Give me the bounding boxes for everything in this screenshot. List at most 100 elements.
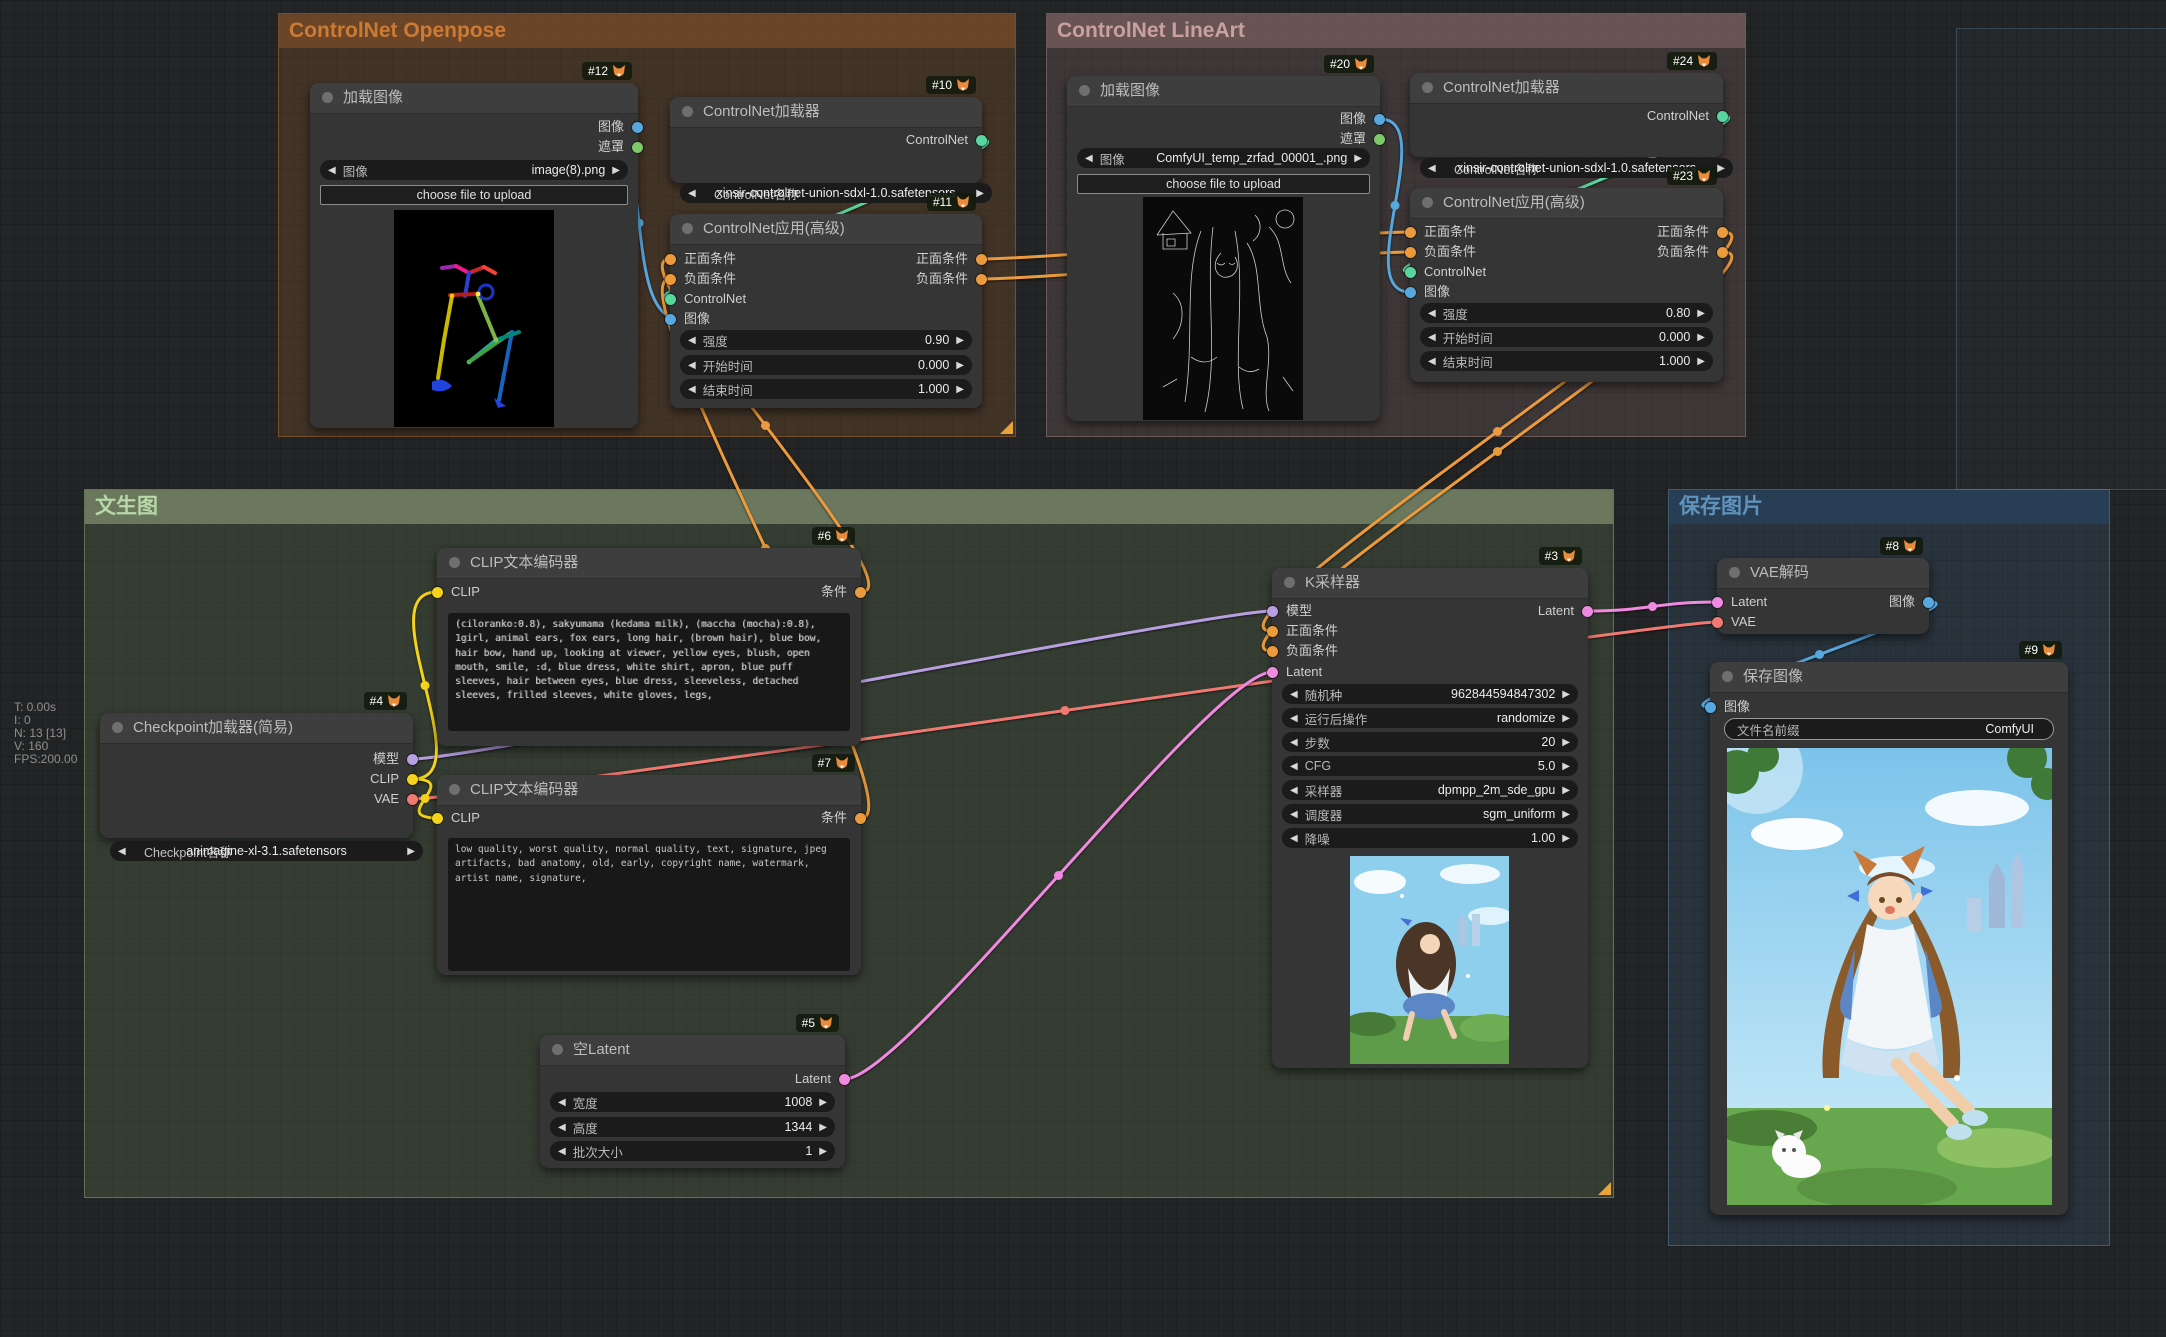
input-image[interactable]: 图像	[1410, 282, 1450, 302]
slot-dot-controlnet[interactable]	[976, 135, 987, 146]
prev-arrow-icon[interactable]: ◀	[1290, 809, 1298, 820]
slot-dot-latent[interactable]	[1582, 606, 1593, 617]
input-image[interactable]: 图像	[670, 309, 710, 329]
slot-dot-model[interactable]	[407, 754, 418, 765]
slot-dot-conditioning[interactable]	[855, 813, 866, 824]
node-title[interactable]: VAE解码	[1717, 558, 1929, 589]
strength-widget[interactable]: ◀强度0.80▶	[1420, 303, 1713, 323]
slot-dot-image[interactable]	[1374, 114, 1385, 125]
output-controlnet[interactable]: ControlNet	[1647, 106, 1723, 126]
slot-dot-image[interactable]	[1923, 597, 1934, 608]
prev-arrow-icon[interactable]: ◀	[1290, 713, 1298, 724]
output-controlnet[interactable]: ControlNet	[906, 130, 982, 150]
output-latent[interactable]: Latent	[1538, 601, 1588, 621]
collapse-dot-icon[interactable]	[449, 557, 460, 568]
output-clip[interactable]: CLIP	[370, 769, 413, 789]
seed-widget[interactable]: ◀随机种962844594847302▶	[1282, 684, 1578, 704]
output-latent[interactable]: Latent	[795, 1069, 845, 1089]
prev-arrow-icon[interactable]: ◀	[118, 846, 126, 857]
node-controlnet-loader-openpose[interactable]: #10 ControlNet加载器 ControlNet ◀ControlNet…	[670, 97, 982, 183]
slot-dot-controlnet[interactable]	[665, 294, 676, 305]
collapse-dot-icon[interactable]	[322, 92, 333, 103]
next-arrow-icon[interactable]: ▶	[1562, 737, 1570, 748]
slot-dot-conditioning[interactable]	[1405, 247, 1416, 258]
collapse-dot-icon[interactable]	[1422, 197, 1433, 208]
prev-arrow-icon[interactable]: ◀	[688, 384, 696, 395]
slot-dot-conditioning[interactable]	[855, 587, 866, 598]
output-negative[interactable]: 负面条件	[1657, 242, 1723, 262]
node-title[interactable]: 加载图像	[310, 83, 638, 114]
input-model[interactable]: 模型	[1272, 601, 1312, 621]
start-percent-widget[interactable]: ◀开始时间0.000▶	[1420, 327, 1713, 347]
collapse-dot-icon[interactable]	[682, 223, 693, 234]
prev-arrow-icon[interactable]: ◀	[688, 188, 696, 199]
width-widget[interactable]: ◀宽度1008▶	[550, 1092, 835, 1112]
input-positive[interactable]: 正面条件	[670, 249, 736, 269]
node-title[interactable]: CLIP文本编码器	[437, 775, 861, 806]
prev-arrow-icon[interactable]: ◀	[1290, 785, 1298, 796]
next-arrow-icon[interactable]: ▶	[407, 846, 415, 857]
next-arrow-icon[interactable]: ▶	[1697, 356, 1705, 367]
upload-button[interactable]: choose file to upload	[1077, 174, 1370, 194]
slot-dot-conditioning[interactable]	[1405, 227, 1416, 238]
end-percent-widget[interactable]: ◀结束时间1.000▶	[680, 379, 972, 399]
collapse-dot-icon[interactable]	[1722, 671, 1733, 682]
output-image[interactable]: 图像	[1889, 592, 1929, 612]
next-arrow-icon[interactable]: ▶	[956, 335, 964, 346]
height-widget[interactable]: ◀高度1344▶	[550, 1117, 835, 1137]
slot-dot-controlnet[interactable]	[1717, 111, 1728, 122]
batch-size-widget[interactable]: ◀批次大小1▶	[550, 1141, 835, 1161]
input-positive[interactable]: 正面条件	[1272, 621, 1338, 641]
slot-dot-conditioning[interactable]	[1717, 247, 1728, 258]
output-mask[interactable]: 遮罩	[1340, 129, 1380, 149]
node-save-image[interactable]: #9 保存图像 图像 文件名前缀ComfyUI	[1710, 662, 2068, 1215]
slot-dot-conditioning[interactable]	[1267, 626, 1278, 637]
slot-dot-conditioning[interactable]	[1717, 227, 1728, 238]
slot-dot-latent[interactable]	[1712, 597, 1723, 608]
slot-dot-image[interactable]	[1705, 702, 1716, 713]
input-negative[interactable]: 负面条件	[670, 269, 736, 289]
input-negative[interactable]: 负面条件	[1272, 641, 1338, 661]
slot-dot-conditioning[interactable]	[665, 274, 676, 285]
node-checkpoint-loader[interactable]: #4 Checkpoint加载器(简易) 模型 CLIP VAE ◀Checkp…	[100, 713, 413, 838]
next-arrow-icon[interactable]: ▶	[1562, 713, 1570, 724]
filename-prefix-field[interactable]: 文件名前缀ComfyUI	[1724, 718, 2054, 740]
prev-arrow-icon[interactable]: ◀	[1290, 689, 1298, 700]
next-arrow-icon[interactable]: ▶	[1562, 689, 1570, 700]
prev-arrow-icon[interactable]: ◀	[688, 335, 696, 346]
node-load-image-openpose[interactable]: #12 加载图像 图像 遮罩 ◀图像image(8).png▶ choose f…	[310, 83, 638, 428]
positive-prompt-textarea[interactable]: (ciloranko:0.8), sakyumama (kedama milk)…	[448, 613, 850, 731]
next-arrow-icon[interactable]: ▶	[819, 1122, 827, 1133]
input-negative[interactable]: 负面条件	[1410, 242, 1476, 262]
collapse-dot-icon[interactable]	[1284, 577, 1295, 588]
slot-dot-latent[interactable]	[839, 1074, 850, 1085]
slot-dot-mask[interactable]	[632, 142, 643, 153]
input-image[interactable]: 图像	[1710, 697, 1750, 717]
start-percent-widget[interactable]: ◀开始时间0.000▶	[680, 355, 972, 375]
node-title[interactable]: K采样器	[1272, 568, 1588, 599]
output-image[interactable]: 图像	[1340, 109, 1380, 129]
next-arrow-icon[interactable]: ▶	[956, 384, 964, 395]
output-model[interactable]: 模型	[373, 749, 413, 769]
input-vae[interactable]: VAE	[1717, 612, 1756, 632]
next-arrow-icon[interactable]: ▶	[1354, 153, 1362, 164]
collapse-dot-icon[interactable]	[552, 1044, 563, 1055]
node-load-image-lineart[interactable]: #20 加载图像 图像 遮罩 ◀图像ComfyUI_temp_zrfad_000…	[1067, 76, 1380, 421]
node-clip-text-encode-negative[interactable]: #7 CLIP文本编码器 CLIP 条件 low quality, worst …	[437, 775, 861, 975]
output-conditioning[interactable]: 条件	[821, 582, 861, 602]
input-positive[interactable]: 正面条件	[1410, 222, 1476, 242]
output-positive[interactable]: 正面条件	[1657, 222, 1723, 242]
slot-dot-vae[interactable]	[1712, 617, 1723, 628]
next-arrow-icon[interactable]: ▶	[1697, 308, 1705, 319]
node-title[interactable]: 保存图像	[1710, 662, 2068, 693]
node-title[interactable]: ControlNet加载器	[670, 97, 982, 128]
slot-dot-image[interactable]	[632, 122, 643, 133]
collapse-dot-icon[interactable]	[449, 784, 460, 795]
slot-dot-conditioning[interactable]	[1267, 646, 1278, 657]
node-title[interactable]: ControlNet应用(高级)	[670, 214, 982, 245]
denoise-widget[interactable]: ◀降噪1.00▶	[1282, 828, 1578, 848]
output-vae[interactable]: VAE	[374, 789, 413, 809]
node-title[interactable]: 空Latent	[540, 1035, 845, 1066]
control-after-generate-widget[interactable]: ◀运行后操作randomize▶	[1282, 708, 1578, 728]
slot-dot-image[interactable]	[1405, 287, 1416, 298]
